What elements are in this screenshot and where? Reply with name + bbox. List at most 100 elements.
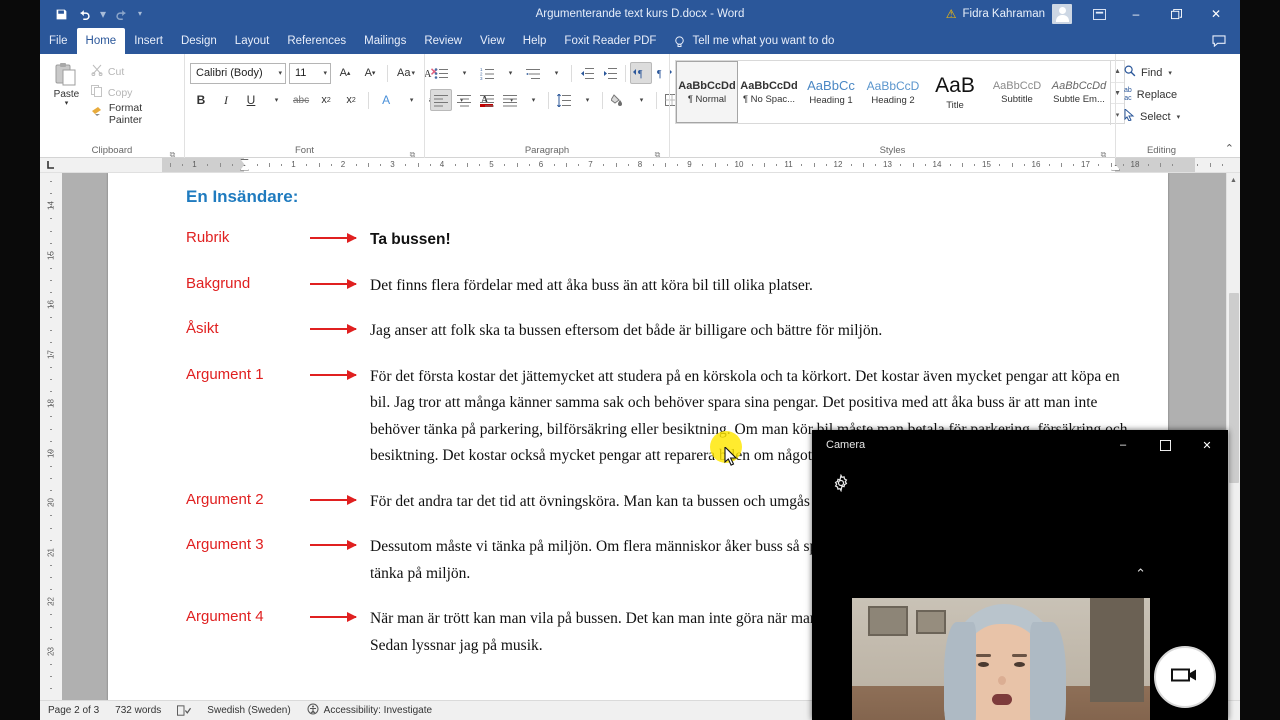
shading-chevron-down-icon[interactable]: ▾	[630, 89, 652, 111]
align-right-icon[interactable]	[476, 89, 498, 111]
scroll-up-icon[interactable]: ▲	[1227, 173, 1240, 187]
gear-icon[interactable]	[832, 473, 850, 493]
line-spacing-icon[interactable]	[553, 89, 575, 111]
justify-icon[interactable]	[499, 89, 521, 111]
multilevel-list-icon[interactable]	[522, 62, 544, 84]
numbering-icon[interactable]: 123	[476, 62, 498, 84]
ruler-number: 4	[439, 159, 445, 169]
select-chevron-down-icon[interactable]: ▾	[1177, 113, 1181, 121]
tab-view[interactable]: View	[471, 28, 514, 54]
decrease-indent-icon[interactable]	[576, 62, 598, 84]
status-page[interactable]: Page 2 of 3	[48, 705, 99, 716]
paste-chevron-down-icon[interactable]: ▾	[65, 100, 69, 107]
font-size-input[interactable]: 11 ▾	[289, 62, 331, 84]
camera-maximize-button[interactable]	[1144, 430, 1186, 460]
status-language[interactable]: Swedish (Sweden)	[207, 705, 290, 716]
italic-icon[interactable]: I	[215, 89, 237, 111]
justify-chevron-down-icon[interactable]: ▾	[522, 89, 544, 111]
find-button[interactable]: Find ▾	[1121, 62, 1175, 83]
find-chevron-down-icon[interactable]: ▾	[1168, 69, 1172, 77]
restore-button[interactable]	[1156, 0, 1196, 28]
align-left-icon[interactable]	[430, 89, 452, 111]
proofing-errors-icon[interactable]	[177, 704, 192, 717]
font-dialog-launcher[interactable]: ⧉	[408, 148, 417, 159]
account-name[interactable]: Fidra Kahraman	[963, 8, 1045, 20]
select-button[interactable]: Select ▾	[1121, 106, 1183, 127]
tab-foxit-reader-pdf[interactable]: Foxit Reader PDF	[555, 28, 665, 54]
multilevel-chevron-down-icon[interactable]: ▾	[545, 62, 567, 84]
tab-stop-left-icon[interactable]	[40, 158, 62, 172]
underline-icon[interactable]: U	[240, 89, 262, 111]
copy-button[interactable]: Copy	[88, 83, 179, 102]
camera-close-button[interactable]: ✕	[1186, 430, 1228, 460]
increase-indent-icon[interactable]	[599, 62, 621, 84]
undo-dropdown-chevron-down-icon[interactable]: ▾	[98, 3, 108, 25]
redo-icon[interactable]	[110, 3, 132, 25]
style-title[interactable]: AaB Title	[924, 61, 986, 123]
clipboard-dialog-launcher[interactable]: ⧉	[168, 148, 177, 159]
replace-button[interactable]: ab ac Replace	[1121, 84, 1180, 105]
vertical-ruler-tick	[50, 391, 52, 393]
grow-font-icon[interactable]: A ▴	[334, 62, 356, 84]
close-button[interactable]: ✕	[1196, 0, 1236, 28]
align-center-icon[interactable]	[453, 89, 475, 111]
style-heading-2[interactable]: AaBbCcD Heading 2	[862, 61, 924, 123]
numbering-chevron-down-icon[interactable]: ▾	[499, 62, 521, 84]
style-subtle-emphasis[interactable]: AaBbCcDd Subtle Em...	[1048, 61, 1110, 123]
underline-chevron-down-icon[interactable]: ▾	[265, 89, 287, 111]
camera-window[interactable]: Camera – ✕ ⌃	[812, 430, 1228, 720]
doc-row-text: Det finns flera fördelar med att åka bus…	[370, 276, 813, 294]
ribbon-display-options-icon[interactable]	[1082, 0, 1116, 28]
account-avatar-icon[interactable]	[1052, 4, 1072, 24]
capture-video-button[interactable]	[1154, 646, 1216, 708]
shading-icon[interactable]	[607, 89, 629, 111]
style-heading-1[interactable]: AaBbCc Heading 1	[800, 61, 862, 123]
customize-quick-access-chevron-down-icon[interactable]: ▾	[134, 3, 146, 25]
paragraph-dialog-launcher[interactable]: ⧉	[653, 148, 662, 159]
strikethrough-icon[interactable]: abc	[290, 89, 312, 111]
subscript-icon[interactable]: x2	[315, 89, 337, 111]
ltr-text-direction-icon[interactable]: ¶	[630, 62, 652, 84]
tab-design[interactable]: Design	[172, 28, 226, 54]
camera-minimize-button[interactable]: –	[1102, 430, 1144, 460]
tab-insert[interactable]: Insert	[125, 28, 172, 54]
text-effects-chevron-down-icon[interactable]: ▾	[400, 89, 422, 111]
tab-references[interactable]: References	[278, 28, 355, 54]
camera-expand-chevron-up-icon[interactable]: ⌃	[1135, 566, 1146, 582]
bullets-chevron-down-icon[interactable]: ▾	[453, 62, 475, 84]
collapse-ribbon-chevron-up-icon[interactable]: ⌃	[1225, 142, 1234, 155]
copy-icon	[90, 85, 103, 100]
scrollbar-thumb[interactable]	[1229, 293, 1239, 483]
share-comment-icon[interactable]	[1212, 28, 1240, 54]
status-accessibility[interactable]: Accessibility: Investigate	[307, 703, 432, 718]
tab-mailings[interactable]: Mailings	[355, 28, 415, 54]
status-word-count[interactable]: 732 words	[115, 705, 161, 716]
styles-dialog-launcher[interactable]: ⧉	[1099, 148, 1108, 159]
bold-icon[interactable]: B	[190, 89, 212, 111]
tab-review[interactable]: Review	[415, 28, 471, 54]
shrink-font-icon[interactable]: A ▾	[359, 62, 381, 84]
text-effects-icon[interactable]: A	[375, 89, 397, 111]
vertical-scrollbar[interactable]: ▲	[1226, 173, 1240, 700]
ruler-tick	[863, 162, 864, 167]
font-name-input[interactable]: Calibri (Body) ▾	[190, 62, 286, 84]
paste-button[interactable]: Paste ▾	[45, 58, 88, 107]
ruler-track[interactable]: 1 1 2 3 4 5 6 7 8 9 10 11 12 13 14 15 16 17 18	[62, 158, 1240, 172]
tab-file[interactable]: File	[40, 28, 77, 54]
style-subtitle[interactable]: AaBbCcD Subtitle	[986, 61, 1048, 123]
tell-me-search[interactable]: Tell me what you want to do	[665, 28, 842, 54]
tab-help[interactable]: Help	[514, 28, 556, 54]
format-painter-button[interactable]: Format Painter	[88, 102, 179, 126]
bullets-icon[interactable]	[430, 62, 452, 84]
tab-home[interactable]: Home	[76, 28, 126, 54]
undo-icon[interactable]	[74, 3, 96, 25]
style-no-spacing[interactable]: AaBbCcDd ¶ No Spac...	[738, 61, 800, 123]
style-normal[interactable]: AaBbCcDd ¶ Normal	[676, 61, 738, 123]
line-spacing-chevron-down-icon[interactable]: ▾	[576, 89, 598, 111]
superscript-icon[interactable]: x2	[340, 89, 362, 111]
change-case-icon[interactable]: Aa ▾	[394, 62, 418, 84]
cut-button[interactable]: Cut	[88, 62, 179, 81]
tab-layout[interactable]: Layout	[226, 28, 279, 54]
minimize-button[interactable]: –	[1116, 0, 1156, 28]
save-icon[interactable]	[50, 3, 72, 25]
